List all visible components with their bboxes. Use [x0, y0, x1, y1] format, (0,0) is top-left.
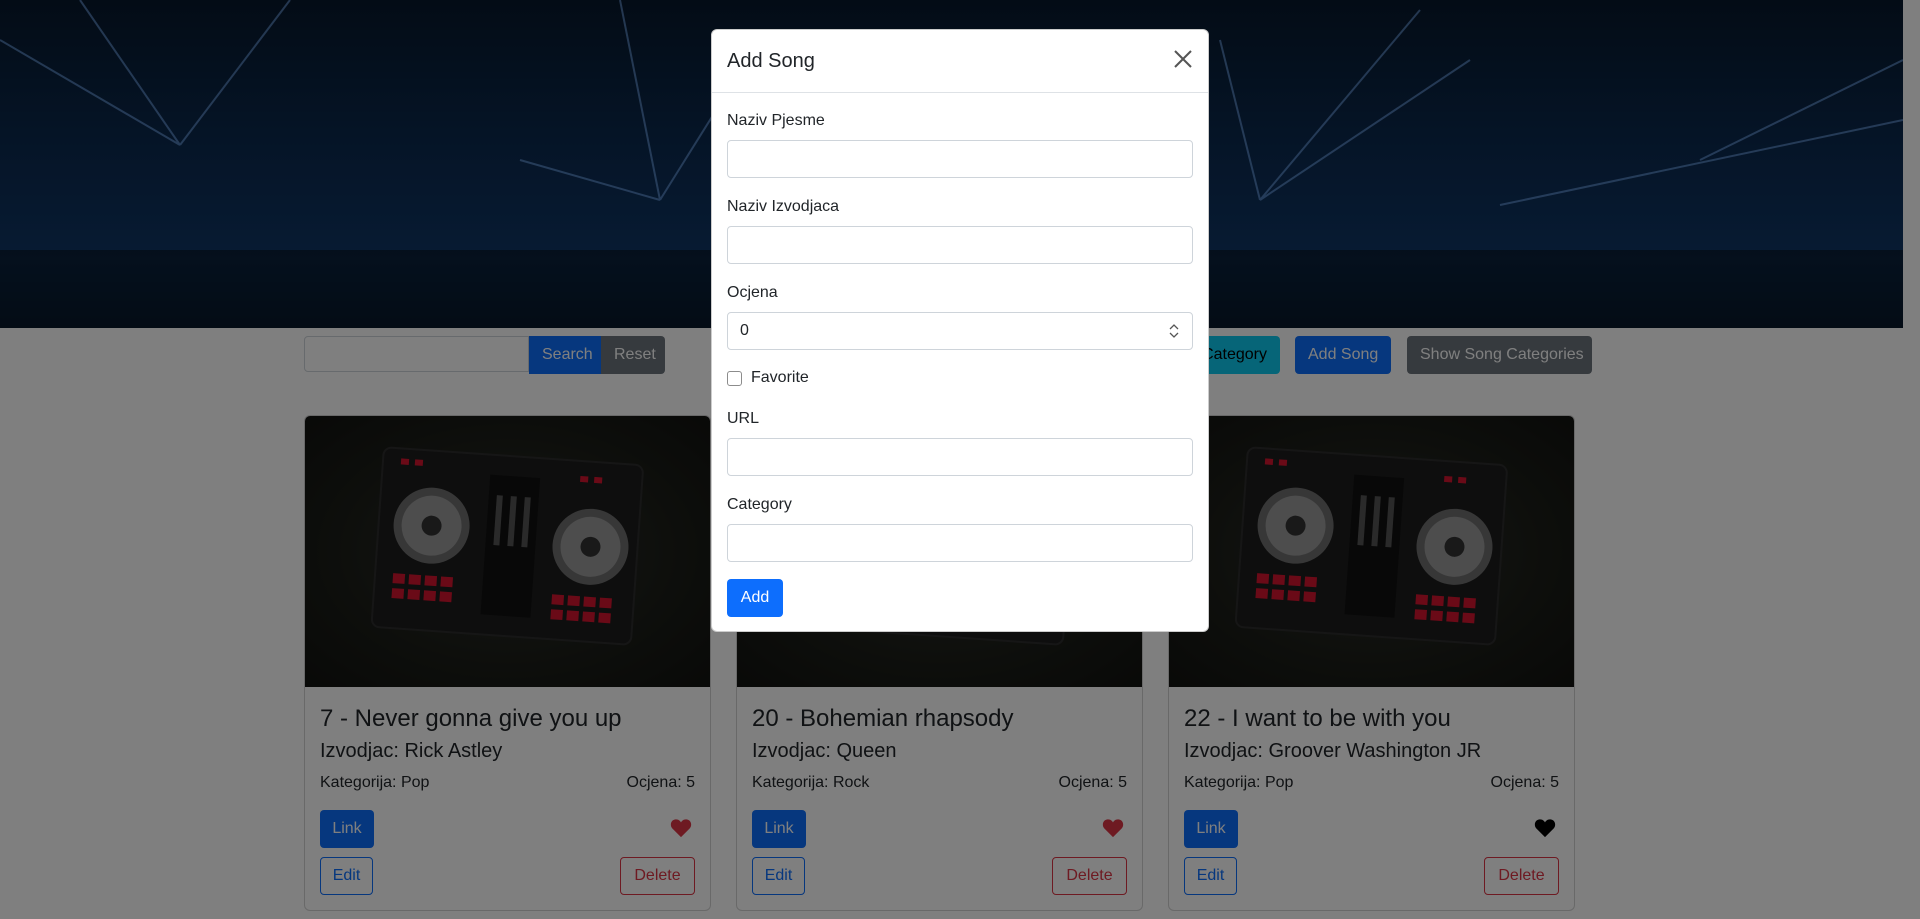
url-input[interactable]	[727, 438, 1193, 476]
modal-title: Add Song	[727, 50, 815, 72]
rating-value: 0	[740, 322, 749, 339]
add-song-modal: Add Song Naziv Pjesme Naziv Izvodjaca Oc…	[711, 29, 1209, 632]
modal-header: Add Song	[712, 30, 1208, 93]
favorite-checkbox-label: Favorite	[751, 369, 809, 386]
song-name-label: Naziv Pjesme	[727, 112, 825, 129]
add-button[interactable]: Add	[727, 579, 783, 617]
artist-name-label: Naziv Izvodjaca	[727, 198, 840, 215]
favorite-checkbox[interactable]	[727, 371, 742, 386]
song-name-input[interactable]	[727, 140, 1193, 178]
rating-label: Ocjena	[727, 284, 778, 301]
rating-number-input[interactable]: 0	[727, 312, 1193, 350]
category-label: Category	[727, 496, 792, 513]
artist-name-input[interactable]	[727, 226, 1193, 264]
category-input[interactable]	[727, 524, 1193, 562]
close-icon[interactable]	[1172, 48, 1194, 70]
number-spinner-icon[interactable]	[1168, 322, 1180, 340]
url-label: URL	[727, 410, 760, 427]
